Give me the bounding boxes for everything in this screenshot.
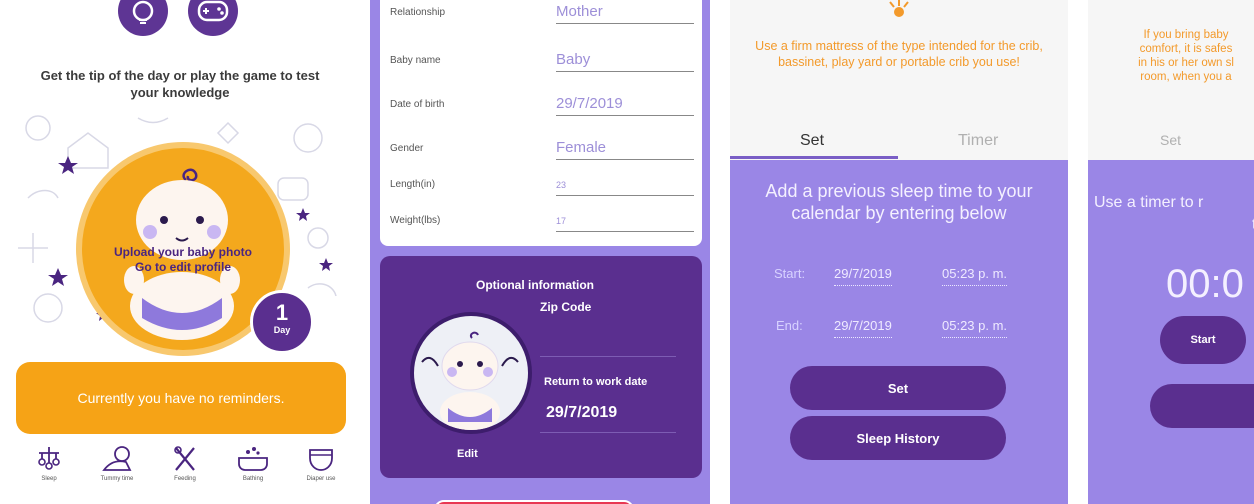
form-row-gender: Gender Female xyxy=(390,130,694,160)
end-time-field[interactable]: 05:23 p. m. xyxy=(942,318,1008,338)
start-label: Start: xyxy=(774,266,806,281)
start-time-field[interactable]: 05:23 p. m. xyxy=(942,266,1008,286)
sun-icon xyxy=(889,0,909,17)
end-time-row: End: 29/7/2019 05:23 p. m. xyxy=(774,314,1068,340)
nav-item-bathing[interactable]: Bathing xyxy=(224,440,282,504)
profile-form: Relationship Mother Baby name Baby Date … xyxy=(380,0,702,246)
utensils-icon xyxy=(174,446,195,471)
optional-info-card: Optional information Zip Code Return to … xyxy=(380,256,702,478)
field-label: Relationship xyxy=(390,7,446,18)
lightbulb-icon[interactable] xyxy=(118,0,168,36)
nav-item-feeding[interactable]: Feeding xyxy=(156,440,214,504)
day-counter-badge: 1 Day xyxy=(250,290,314,354)
date-of-birth-field[interactable]: 29/7/2019 xyxy=(556,90,694,116)
end-date-field[interactable]: 29/7/2019 xyxy=(834,318,892,338)
gender-field[interactable]: Female xyxy=(556,134,694,160)
tagline-text: Get the tip of the day or play the game … xyxy=(40,68,320,100)
return-to-work-label: Return to work date xyxy=(544,376,648,388)
timer-screen: If you bring baby comfort, it is safes i… xyxy=(1088,0,1254,504)
length-field[interactable]: 23 xyxy=(556,170,694,196)
start-button[interactable]: Start xyxy=(1160,316,1246,364)
tip-of-the-day: Use a firm mattress of the type intended… xyxy=(755,39,1043,69)
nav-label-diaper: Diaper use xyxy=(306,476,336,482)
field-label: Gender xyxy=(390,143,424,154)
active-tab-indicator xyxy=(730,156,898,159)
day-label: Day xyxy=(273,325,291,335)
mobile-icon xyxy=(38,447,60,470)
start-time-row: Start: 29/7/2019 05:23 p. m. xyxy=(774,262,1068,288)
nav-item-tummy-time[interactable]: Tummy time xyxy=(88,440,146,504)
tip-line: in his or her own sl xyxy=(1138,57,1234,69)
home-screen: Get the tip of the day or play the game … xyxy=(0,0,356,504)
field-label: Weight(lbs) xyxy=(390,215,441,226)
timer-instructions: Use a timer to r tin xyxy=(1094,192,1254,236)
return-to-work-date-field[interactable]: 29/7/2019 xyxy=(546,404,617,422)
sleep-screen: Use a firm mattress of the type intended… xyxy=(730,0,1068,504)
tip-line: If you bring baby xyxy=(1143,29,1229,41)
timer-clock: 00:0 xyxy=(1166,262,1244,306)
bathtub-icon xyxy=(238,447,268,471)
day-count: 1 xyxy=(275,300,289,325)
end-label: End: xyxy=(776,318,803,333)
field-label: Length(in) xyxy=(390,179,436,190)
upload-line-2: Go to edit profile xyxy=(135,260,231,274)
sleep-history-button[interactable]: Sleep History xyxy=(790,416,1006,460)
nav-label-bathing: Bathing xyxy=(242,476,264,482)
nav-item-sleep[interactable]: Sleep xyxy=(20,440,78,504)
field-label: Date of birth xyxy=(390,99,445,110)
profile-photo[interactable] xyxy=(410,312,532,434)
divider xyxy=(540,432,676,433)
tip-line: room, when you a xyxy=(1140,71,1232,83)
nav-item-diaper[interactable]: Diaper use xyxy=(292,440,350,504)
field-label: Baby name xyxy=(390,55,441,66)
title-line: Use a timer to r xyxy=(1094,194,1204,211)
form-row-baby-name: Baby name Baby xyxy=(390,42,694,72)
baby-icon xyxy=(102,446,132,471)
upload-line-1: Upload your baby photo xyxy=(114,245,252,259)
form-row-length: Length(in) 23 xyxy=(390,166,694,196)
gamepad-icon[interactable] xyxy=(188,0,238,36)
tab-set[interactable]: Set xyxy=(1160,132,1181,148)
save-button[interactable] xyxy=(434,500,634,504)
reminders-banner[interactable]: Currently you have no reminders. xyxy=(16,362,346,434)
title-line: tin xyxy=(1094,214,1254,236)
relationship-field[interactable]: Mother xyxy=(556,0,694,24)
nav-label-feeding: Feeding xyxy=(174,476,196,482)
tip-header: If you bring baby comfort, it is safes i… xyxy=(1088,0,1254,160)
sleep-instructions: Add a previous sleep time to your calend… xyxy=(765,181,1033,223)
tip-line: comfort, it is safes xyxy=(1139,43,1233,55)
tip-header: Use a firm mattress of the type intended… xyxy=(730,0,1068,160)
tab-set[interactable]: Set xyxy=(800,132,824,150)
zip-code-field[interactable]: Zip Code xyxy=(540,300,591,314)
form-row-weight: Weight(lbs) 17 xyxy=(390,202,694,232)
set-button[interactable]: Set xyxy=(790,366,1006,410)
profile-screen: Relationship Mother Baby name Baby Date … xyxy=(370,0,710,504)
baby-name-field[interactable]: Baby xyxy=(556,46,694,72)
diaper-icon xyxy=(309,449,333,471)
start-date-field[interactable]: 29/7/2019 xyxy=(834,266,892,286)
edit-photo-button[interactable]: Edit xyxy=(457,448,478,460)
nav-label-sleep: Sleep xyxy=(41,476,57,482)
form-row-date-of-birth: Date of birth 29/7/2019 xyxy=(390,86,694,116)
tip-of-the-day: If you bring baby comfort, it is safes i… xyxy=(1098,28,1254,84)
tab-timer[interactable]: Timer xyxy=(958,132,998,150)
form-row-relationship: Relationship Mother xyxy=(390,0,694,24)
bottom-nav: Sleep Tummy time Feeding Bathing Diaper … xyxy=(20,440,350,504)
upload-photo-prompt[interactable]: Upload your baby photo Go to edit profil… xyxy=(90,245,276,275)
weight-field[interactable]: 17 xyxy=(556,206,694,232)
divider xyxy=(540,356,676,357)
nav-label-tummy-time: Tummy time xyxy=(100,476,134,482)
optional-info-title: Optional information xyxy=(476,278,594,292)
timer-action-button[interactable] xyxy=(1150,384,1254,428)
